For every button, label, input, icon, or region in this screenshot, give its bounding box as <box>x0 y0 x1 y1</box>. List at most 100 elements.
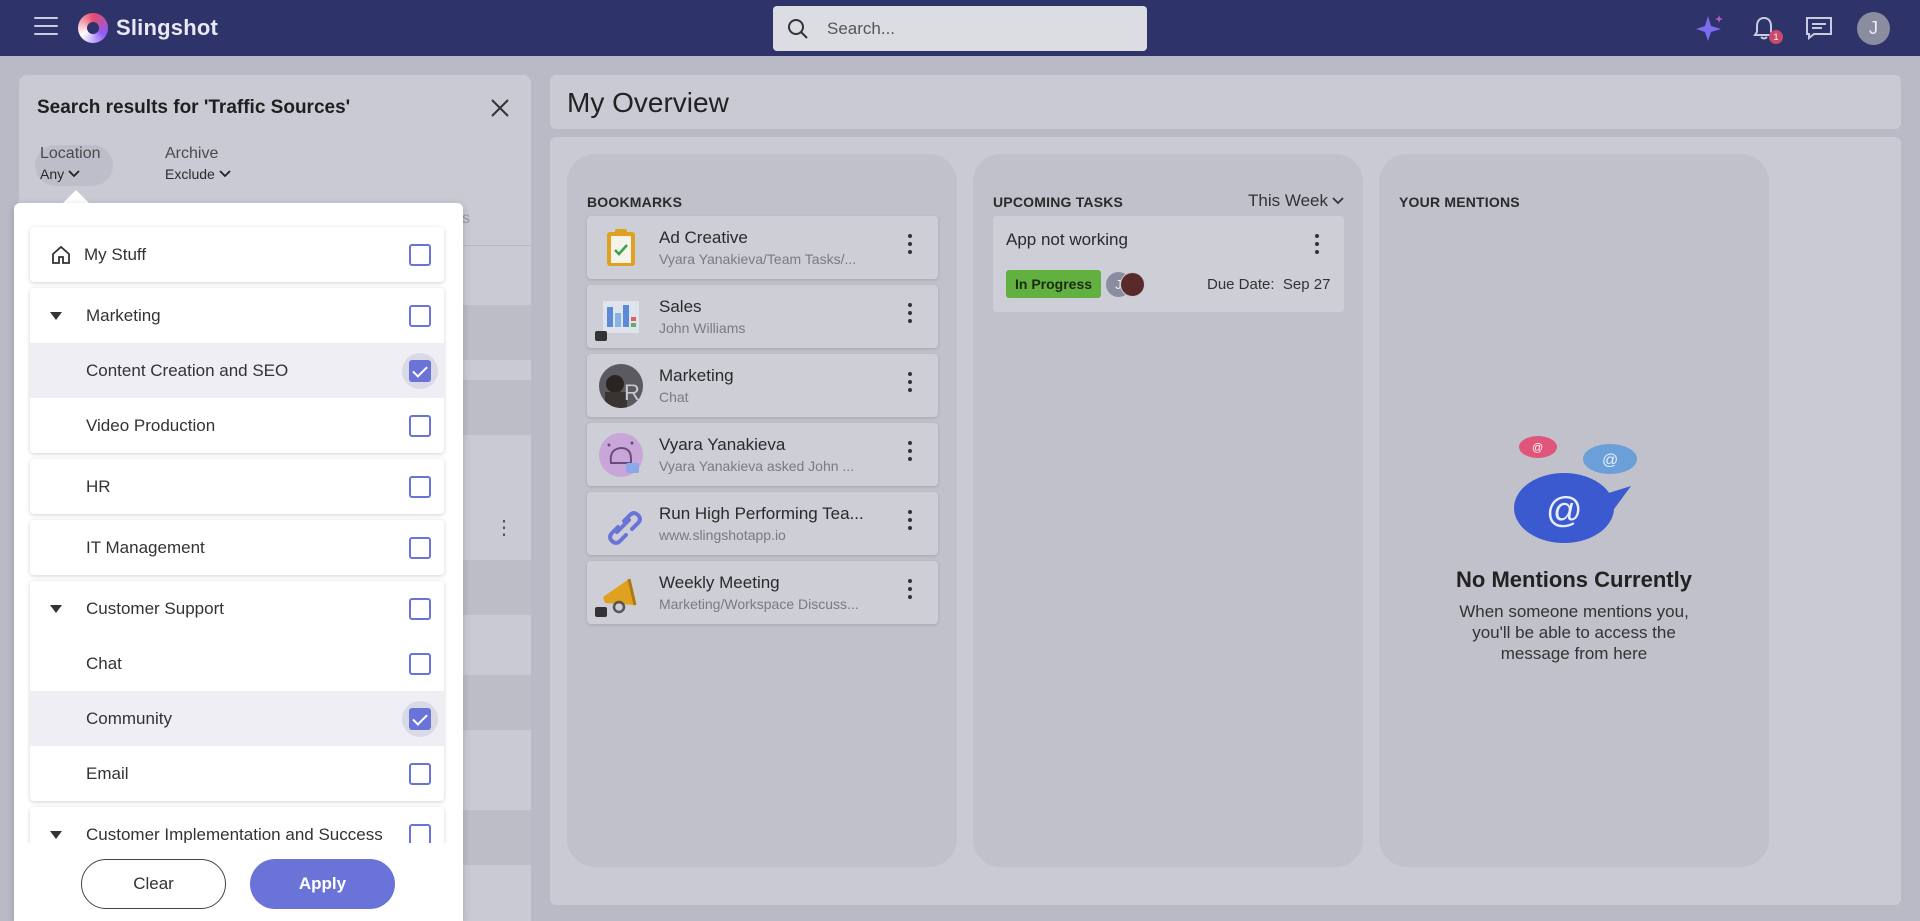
page-title: My Overview <box>567 87 729 118</box>
upcoming-tasks-widget: UPCOMING TASKS This Week App not working… <box>973 154 1363 867</box>
global-search[interactable] <box>773 6 1147 51</box>
task-range-select[interactable]: This Week <box>1248 191 1344 211</box>
location-option-label: Chat <box>86 653 122 673</box>
location-option-community[interactable]: Community <box>30 691 444 746</box>
more-options-icon[interactable] <box>1314 234 1320 258</box>
location-option-chat[interactable]: Chat <box>30 636 444 691</box>
location-group: HR <box>30 459 444 514</box>
menu-icon[interactable] <box>34 17 58 37</box>
bookmark-card[interactable]: Sales John Williams <box>587 285 938 348</box>
checkbox[interactable] <box>409 763 431 785</box>
bookmark-card[interactable]: Vyara Yanakieva Vyara Yanakieva asked Jo… <box>587 423 938 486</box>
app-logo[interactable]: Slingshot <box>78 12 218 44</box>
chevron-down-icon <box>68 170 80 178</box>
top-bar: Slingshot 1 J <box>0 0 1920 56</box>
link-icon <box>599 502 643 546</box>
expand-arrow-icon[interactable] <box>50 831 62 839</box>
status-badge: In Progress <box>1006 270 1102 298</box>
mentions-title: YOUR MENTIONS <box>1399 194 1520 210</box>
bookmark-subtitle: www.slingshotapp.io <box>659 527 786 543</box>
close-icon[interactable] <box>489 97 511 119</box>
notifications-icon[interactable]: 1 <box>1749 14 1783 44</box>
clear-button[interactable]: Clear <box>81 859 226 909</box>
search-input[interactable] <box>827 6 1127 51</box>
bookmark-subtitle: Vyara Yanakieva asked John ... <box>659 458 855 474</box>
bookmark-title: Ad Creative <box>659 228 748 247</box>
apply-button[interactable]: Apply <box>250 859 395 909</box>
bookmark-title: Weekly Meeting <box>659 573 780 592</box>
location-option-marketing[interactable]: Marketing <box>30 288 444 343</box>
svg-text:@: @ <box>1602 452 1618 469</box>
location-option-customer-support[interactable]: Customer Support <box>30 581 444 636</box>
clipboard-check-icon <box>599 226 643 270</box>
overview-body: BOOKMARKS Ad Creative Vyara Yanakieva/Te… <box>550 137 1901 905</box>
notification-badge: 1 <box>1769 30 1783 44</box>
mentions-illustration-icon: @ @ @ <box>1514 436 1637 543</box>
mentions-empty-text: When someone mentions you, you'll be abl… <box>1459 602 1689 663</box>
checkbox[interactable] <box>409 305 431 327</box>
location-option-content-creation[interactable]: Content Creation and SEO <box>30 343 444 398</box>
location-option-video-production[interactable]: Video Production <box>30 398 444 453</box>
more-options-icon[interactable] <box>907 303 913 327</box>
location-option-email[interactable]: Email <box>30 746 444 801</box>
bookmark-card[interactable]: Weekly Meeting Marketing/Workspace Discu… <box>587 561 938 624</box>
expand-arrow-icon[interactable] <box>50 605 62 613</box>
due-date-label: Due Date: <box>1207 276 1275 293</box>
location-option-my-stuff[interactable]: My Stuff <box>30 227 444 282</box>
location-option-label: Video Production <box>86 415 216 435</box>
svg-text:@: @ <box>1546 489 1583 530</box>
bookmark-title: Vyara Yanakieva <box>659 435 786 454</box>
chevron-down-icon <box>219 170 231 178</box>
mentions-empty-title: No Mentions Currently <box>1456 567 1692 592</box>
chevron-down-icon <box>1332 197 1344 205</box>
location-option-label: Customer Support <box>86 598 224 618</box>
location-option-label: IT Management <box>86 537 205 557</box>
more-options-icon[interactable] <box>907 510 913 534</box>
location-option-label: HR <box>86 476 111 496</box>
location-group: Customer Support Chat Community Email <box>30 581 444 801</box>
location-option-hr[interactable]: HR <box>30 459 444 514</box>
task-card[interactable]: App not working In Progress J Due Date: … <box>993 216 1344 312</box>
location-filter-value: Any <box>40 166 65 182</box>
archive-filter-value: Exclude <box>165 166 215 182</box>
archive-badge-icon <box>595 331 607 341</box>
search-results-title: Search results for 'Traffic Sources' <box>37 97 351 118</box>
checkbox[interactable] <box>409 415 431 437</box>
location-option-label: Email <box>86 763 129 783</box>
checkbox-checked[interactable] <box>409 708 431 730</box>
dropdown-caret <box>62 190 90 204</box>
user-avatar[interactable]: J <box>1857 12 1890 45</box>
location-option-it-management[interactable]: IT Management <box>30 520 444 575</box>
more-options-icon[interactable] <box>907 579 913 603</box>
more-options-icon[interactable] <box>907 372 913 396</box>
archive-filter-label: Archive <box>165 145 219 162</box>
location-option-label: My Stuff <box>84 244 147 264</box>
checkbox[interactable] <box>409 653 431 675</box>
home-icon <box>52 245 70 264</box>
bookmark-title: Run High Performing Tea... <box>659 504 864 523</box>
bookmark-card[interactable]: Run High Performing Tea... www.slingshot… <box>587 492 938 555</box>
task-range-value: This Week <box>1248 191 1328 210</box>
bookmark-title: Sales <box>659 297 702 316</box>
bookmark-card[interactable]: Ad Creative Vyara Yanakieva/Team Tasks/.… <box>587 216 938 279</box>
checkbox[interactable] <box>409 537 431 559</box>
messages-icon[interactable] <box>1804 14 1834 42</box>
more-options-icon[interactable] <box>907 234 913 258</box>
checkbox[interactable] <box>409 598 431 620</box>
sparkle-ai-icon[interactable] <box>1694 14 1724 42</box>
checkbox-checked[interactable] <box>409 360 431 382</box>
checkbox[interactable] <box>409 476 431 498</box>
bookmark-subtitle: Vyara Yanakieva/Team Tasks/... <box>659 251 857 267</box>
checkbox[interactable] <box>409 244 431 266</box>
tab-fragment: s <box>462 210 470 227</box>
location-filter[interactable]: Location Any <box>35 145 113 186</box>
more-options-icon[interactable]: ⋮ <box>494 515 514 540</box>
due-date-value: Sep 27 <box>1282 276 1331 293</box>
bookmark-card[interactable]: R Marketing Chat <box>587 354 938 417</box>
more-options-icon[interactable] <box>907 441 913 465</box>
bookmark-subtitle: John Williams <box>659 320 746 336</box>
archive-badge-icon <box>595 607 607 617</box>
chat-bubble-avatar-icon <box>599 433 643 477</box>
archive-filter[interactable]: Archive Exclude <box>165 145 231 182</box>
expand-arrow-icon[interactable] <box>50 312 62 320</box>
